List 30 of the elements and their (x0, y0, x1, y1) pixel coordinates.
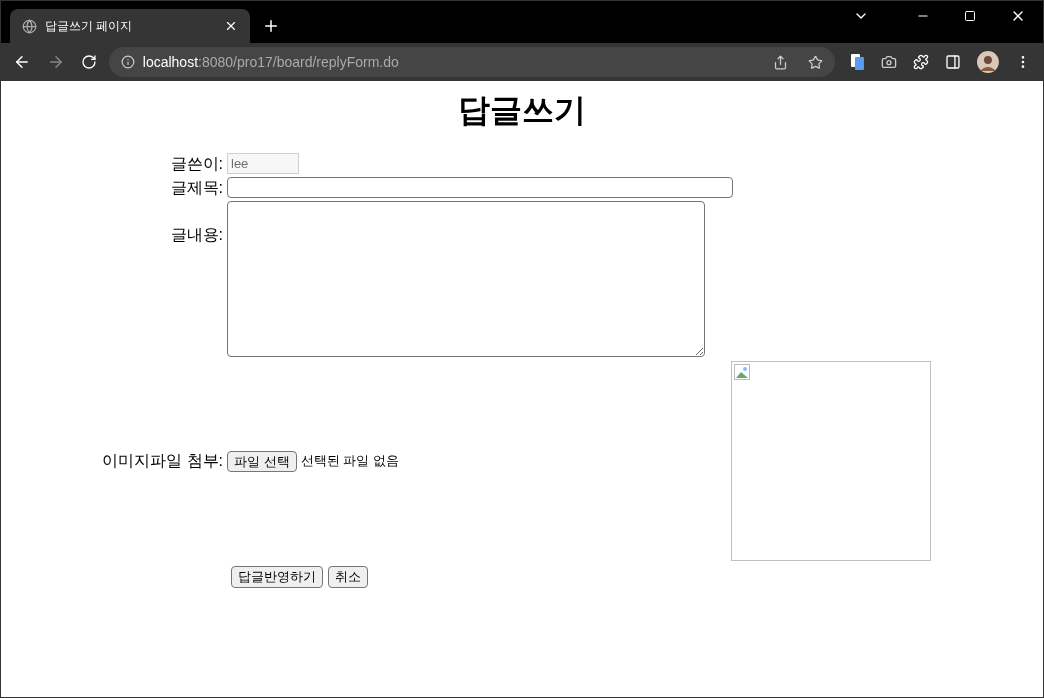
share-icon[interactable] (773, 54, 789, 70)
close-icon[interactable] (224, 19, 238, 33)
broken-image-icon (733, 364, 750, 380)
tab-title: 답글쓰기 페이지 (45, 18, 134, 35)
info-icon (120, 55, 135, 69)
reload-icon[interactable] (80, 54, 97, 70)
globe-icon (22, 18, 37, 34)
star-icon[interactable] (808, 54, 824, 70)
file-choose-button[interactable]: 파일 선택 (227, 450, 297, 472)
content-field[interactable] (227, 201, 705, 357)
field-label: 이미지파일 첨부: (101, 451, 224, 471)
side-panel-icon[interactable] (945, 54, 962, 70)
form-button[interactable]: 답글반영하기 (231, 566, 323, 588)
title-field[interactable] (227, 177, 733, 198)
copy-icon[interactable] (851, 54, 866, 70)
field-label: 글내용: (169, 225, 224, 245)
field-label: 글쓴이: (169, 153, 224, 174)
browser-tab[interactable]: 답글쓰기 페이지 (10, 9, 250, 43)
form-button[interactable]: 취소 (328, 566, 368, 588)
url-text: localhost:8080/pro17/board/replyForm.do (142, 52, 400, 72)
back-icon[interactable] (13, 53, 31, 71)
avatar-icon[interactable] (977, 51, 1000, 73)
page-heading: 답글쓰기 (457, 91, 587, 130)
new-tab-icon[interactable] (262, 17, 280, 35)
camera-icon[interactable] (881, 54, 898, 70)
puzzle-icon[interactable] (913, 54, 930, 70)
field-label: 글제목: (169, 177, 224, 198)
address-bar[interactable]: localhost:8080/pro17/board/replyForm.do (108, 47, 836, 77)
maximize-icon[interactable] (964, 10, 976, 22)
file-status: 선택된 파일 없음 (300, 452, 400, 471)
